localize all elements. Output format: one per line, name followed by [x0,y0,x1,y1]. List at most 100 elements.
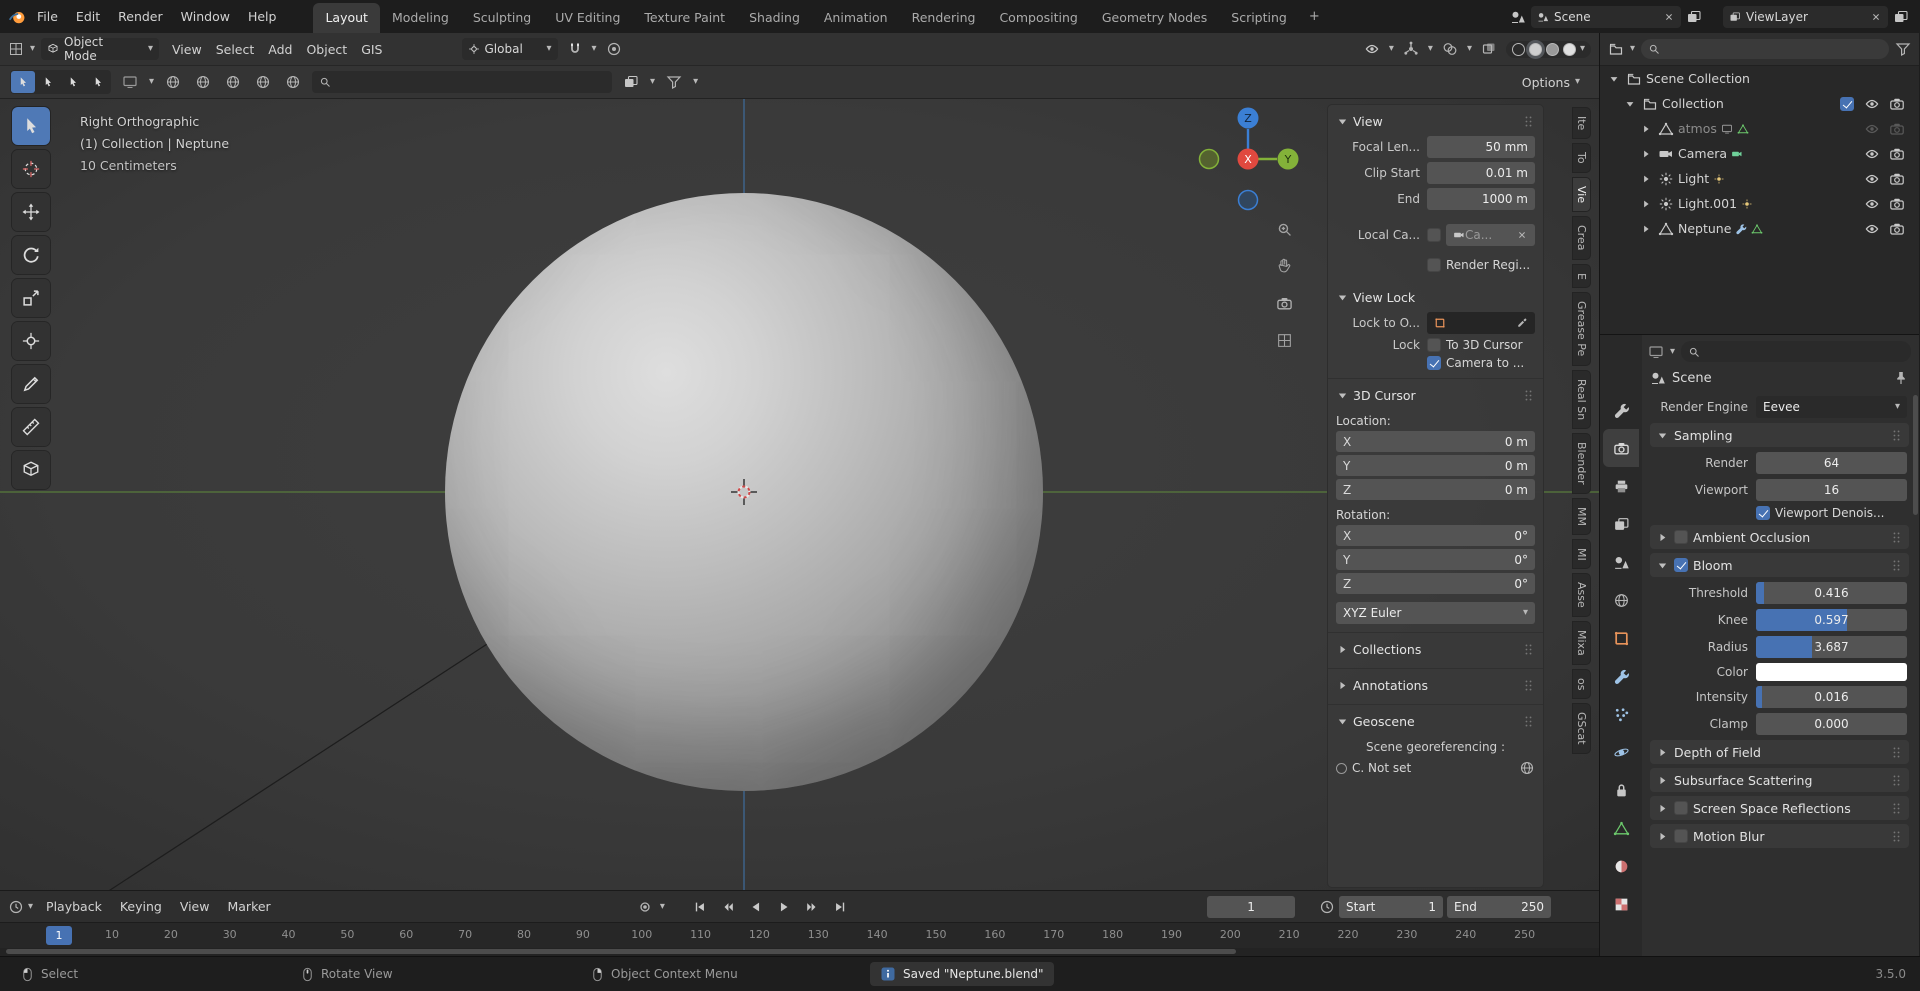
pan-view-button[interactable] [1271,252,1297,278]
timeline-editor-icon[interactable] [8,899,24,915]
gis-basemap-1-button[interactable] [162,71,184,93]
lock-3d-cursor-checkbox[interactable] [1427,338,1441,352]
n-panel-tab-grease-pe[interactable]: Grease Pe [1572,292,1591,366]
scene-browse-button[interactable] [1507,6,1529,28]
collection-checkbox[interactable] [1839,96,1854,111]
drag-dots-icon[interactable] [1890,559,1903,572]
bloom-intensity-slider[interactable]: 0.016 [1756,686,1907,708]
bloom-checkbox[interactable] [1674,558,1688,572]
menu-help[interactable]: Help [239,5,286,28]
drag-dots-icon[interactable] [1890,774,1903,787]
lock-object-field[interactable] [1427,312,1535,334]
viewport-denoising-checkbox[interactable] [1756,506,1770,520]
drag-dots-icon[interactable] [1890,531,1903,544]
sampling-viewport-field[interactable]: 16 [1756,479,1907,501]
eyedropper-icon[interactable] [1516,317,1528,329]
jump-start-button[interactable] [687,896,713,918]
depth-of-field-panel-header[interactable]: Depth of Field [1650,740,1909,764]
crs-set-icon[interactable] [1519,760,1535,776]
tool-select-box-button[interactable] [12,107,50,145]
cursor-rot-z-field[interactable]: Z 0° [1336,573,1535,594]
hide-in-viewport-toggle[interactable] [1864,221,1880,237]
blender-logo-icon[interactable] [8,8,26,26]
outliner-row-neptune[interactable]: Neptune [1600,216,1919,241]
current-frame-field[interactable]: 1 [1207,895,1296,918]
timeline-editor-caret-icon[interactable]: ▾ [28,901,33,912]
viewport-menu-select[interactable]: Select [209,38,262,61]
workspace-tab-animation[interactable]: Animation [812,3,900,33]
pin-icon[interactable] [1893,370,1909,386]
workspace-tab-compositing[interactable]: Compositing [987,3,1089,33]
disable-in-renders-toggle[interactable] [1889,171,1905,187]
drag-dots-icon[interactable] [1522,679,1535,692]
disable-in-renders-toggle[interactable] [1889,196,1905,212]
properties-tab-output[interactable] [1603,467,1639,505]
motion-blur-checkbox[interactable] [1674,829,1688,843]
outliner-filter-icon[interactable] [1895,41,1911,57]
outliner-row-light-001[interactable]: Light.001 [1600,191,1919,216]
caret-right-icon[interactable] [1640,173,1654,185]
saved-report[interactable]: Saved "Neptune.blend" [870,962,1054,986]
caret-right-icon[interactable] [1640,148,1654,160]
gis-basemap-3-button[interactable] [222,71,244,93]
cursor-rot-y-field[interactable]: Y 0° [1336,549,1535,570]
tool-cursor-button[interactable] [12,150,50,188]
camera-to-view-checkbox[interactable] [1427,356,1441,370]
shading-caret-icon[interactable]: ▾ [1580,44,1585,54]
filter-funnel-button[interactable] [663,71,685,93]
show-overlays-button[interactable] [1439,38,1461,60]
caret-right-icon[interactable] [1640,123,1654,135]
editor-type-icon[interactable] [8,41,24,57]
tool-rotate-button[interactable] [12,236,50,274]
disable-in-renders-toggle[interactable] [1889,146,1905,162]
shading-rendered-button[interactable] [1562,42,1576,56]
outliner-editor-caret-icon[interactable]: ▾ [1630,44,1635,54]
tool-add-cube-button[interactable] [12,451,50,489]
timeline-scrollbar[interactable] [0,948,1599,956]
properties-tab-object[interactable] [1603,619,1639,657]
drag-dots-icon[interactable] [1890,746,1903,759]
sampling-panel-header[interactable]: Sampling [1650,423,1909,447]
select-mode-new-button[interactable] [11,71,35,93]
hide-in-viewport-toggle[interactable] [1864,196,1880,212]
view-panel-header[interactable]: View [1336,110,1535,132]
shading-material-button[interactable] [1545,42,1559,56]
viewport-menu-view[interactable]: View [165,38,209,61]
render-engine-dropdown[interactable]: Eevee ▾ [1756,396,1907,418]
n-panel-tab-gscat[interactable]: GScat [1572,703,1591,754]
camera-view-button[interactable] [1271,290,1297,316]
keying-caret-icon[interactable]: ▾ [660,901,665,912]
frame-end-field[interactable]: End 250 [1447,895,1552,918]
scene-selector[interactable]: Scene [1531,5,1681,28]
scene-unlink-icon[interactable] [1663,11,1675,23]
timeline-ruler[interactable]: 1102030405060708090100110120130140150160… [0,922,1599,948]
mode-selector[interactable]: Object Mode ▾ [41,35,160,63]
n-panel-tab-vie[interactable]: Vie [1572,176,1591,213]
tool-transform-button[interactable] [12,322,50,360]
proportional-editing-toggle[interactable] [603,38,625,60]
gis-basemap-5-button[interactable] [282,71,304,93]
ambient-occlusion-checkbox[interactable] [1674,530,1688,544]
options-button[interactable]: Options ▾ [1513,71,1589,94]
cursor-rot-x-field[interactable]: X 0° [1336,525,1535,546]
properties-editor-caret-icon[interactable]: ▾ [1670,346,1675,357]
add-workspace-button[interactable]: + [1301,5,1328,28]
cursor-loc-x-field[interactable]: X0 m [1336,431,1535,452]
xray-toggle[interactable] [1478,38,1500,60]
properties-tab-modifiers[interactable] [1603,657,1639,695]
caret-down-icon[interactable] [1624,98,1638,110]
select-mode-extend-button[interactable] [36,71,60,93]
bloom-color-swatch[interactable] [1756,663,1907,681]
visibility-caret-icon[interactable]: ▾ [1389,44,1394,54]
outliner-row-scene-collection[interactable]: Scene Collection [1600,66,1919,91]
clip-start-field[interactable]: 0.01 m [1427,162,1535,184]
clear-icon[interactable] [1516,229,1528,241]
outliner-search-input[interactable] [1641,39,1889,59]
viewlayer-selector[interactable]: ViewLayer [1723,5,1888,28]
disable-in-renders-toggle[interactable] [1889,96,1905,112]
screen-space-reflections-checkbox[interactable] [1674,801,1688,815]
gizmo-caret-icon[interactable]: ▾ [1428,44,1433,54]
show-visibility-button[interactable] [1361,38,1383,60]
viewport-3d[interactable]: Right Orthographic (1) Collection | Nept… [0,99,1599,890]
render-region-checkbox[interactable] [1427,258,1441,272]
